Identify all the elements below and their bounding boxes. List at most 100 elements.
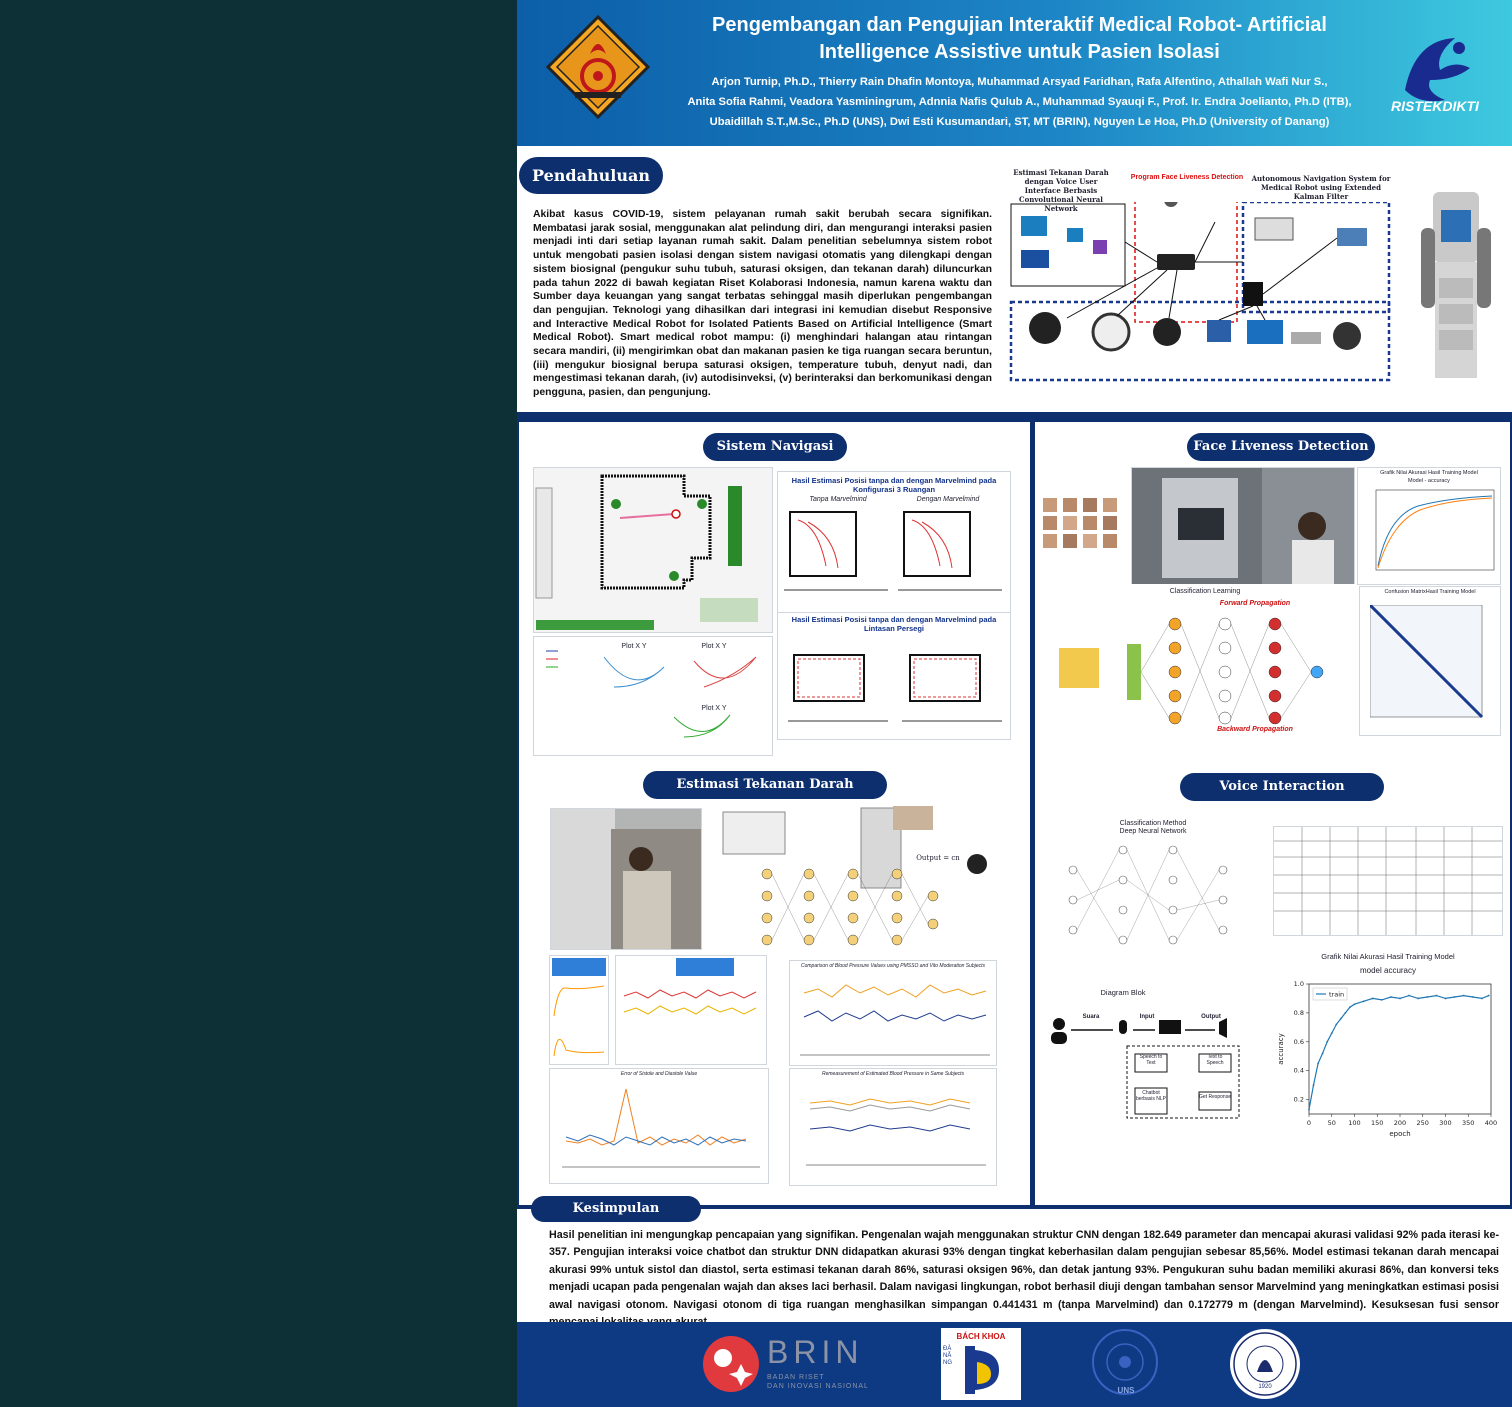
bachkhoa-danang-logo: BÁCH KHOA ĐÀ NẴNG (941, 1328, 1021, 1400)
data-point (1362, 1000, 1365, 1003)
data-point (1308, 1108, 1310, 1111)
y-tick-label: 0.8 (1294, 1009, 1304, 1017)
bachkhoa-label: BÁCH KHOA (956, 1332, 1006, 1341)
series-line-train (1308, 994, 1489, 1110)
confusion-matrix-grid (1370, 605, 1484, 719)
x-tick-label: 300 (1439, 1119, 1451, 1127)
data-point (1408, 994, 1410, 997)
voice-acc-plot: 0 50 100 150 200 250 300 350 400 0.2 0.4 0.6 0.8 1.0 e… (1277, 980, 1497, 1138)
data-point (1339, 1017, 1342, 1020)
x-tick-label: 0 (1307, 1119, 1311, 1127)
confusion-matrix-figure: Confusion MatrixHasil Training Model (1359, 586, 1501, 736)
nav-chart-square-path: Hasil Estimasi Posisi tanpa dan dengan M… (777, 612, 1011, 740)
y-tick-label: 0.4 (1294, 1067, 1304, 1075)
confusion-matrix-title: Confusion MatrixHasil Training Model (1384, 589, 1476, 595)
kesimpulan-paragraph: Hasil penelitian ini mengungkap pencapai… (549, 1229, 1499, 1328)
uns-label: UNS (1117, 1386, 1135, 1395)
title-line-1: Pengembangan dan Pengujian Interaktif Me… (712, 14, 1327, 36)
cnn-network-graphic (1059, 617, 1324, 725)
nav-chart1-title: Hasil Estimasi Posisi tanpa dan dengan M… (791, 476, 997, 494)
poster-header: Pengembangan dan Pengujian Interaktif Me… (517, 0, 1512, 146)
authors-line-2: Anita Sofia Rahmi, Veadora Yasminingrum,… (687, 96, 1352, 108)
y-axis-label: accuracy (1277, 1033, 1285, 1065)
cnn-classification-diagram: Classification Learning Forward Propagat… (1055, 584, 1355, 740)
voice-intent-table (1273, 826, 1503, 936)
data-point (1321, 1052, 1324, 1055)
face-acc-title: Grafik Nilai Akurasi Hasil Training Mode… (1380, 470, 1478, 476)
section-title-tekanan: Estimasi Tekanan Darah (643, 771, 887, 799)
danang-label: ĐÀ NẴNG (943, 1346, 952, 1366)
partner-logos-footer: BRIN BADAN RISET DAN INOVASI NASIONAL BÁ… (517, 1322, 1512, 1407)
bachkhoa-emblem (965, 1346, 999, 1394)
backward-propagation-label: Backward Propagation (1217, 726, 1293, 733)
bp-comparison-graphic (623, 958, 757, 1015)
brin-emblem (703, 1336, 759, 1392)
bp-chart-b-title: Error of Sistole and Diastole Value (620, 1071, 698, 1077)
x-tick-label: 250 (1417, 1119, 1429, 1127)
poster: Pengembangan dan Pengujian Interaktif Me… (517, 0, 1512, 1407)
bp-training-graphic (552, 958, 606, 1057)
divider-vertical (1030, 412, 1035, 1207)
nav-chart1-dengan-label: Dengan Marvelmind (916, 496, 980, 503)
bp-chart-b-plot (562, 1088, 760, 1168)
nav-plot-xy: Plot X Y Plot X Y Plot X Y (533, 636, 773, 756)
face-photo-graphic (1162, 468, 1354, 584)
voice-dnn-diagram: Classification Method Deep Neural Networ… (1043, 814, 1269, 964)
section-title-navigasi: Sistem Navigasi (703, 433, 847, 461)
voice-accuracy-chart: Grafik Nilai Akurasi Hasil Training Mode… (1273, 950, 1503, 1146)
nav-chart-three-room: Hasil Estimasi Posisi tanpa dan dengan M… (777, 471, 1011, 613)
bp-comparison-chart (615, 955, 767, 1065)
brin-subtitle-1: BADAN RISET (767, 1374, 825, 1381)
divider-top (517, 412, 1512, 422)
voice-intent-table-grid (1274, 827, 1502, 935)
data-point (1390, 996, 1392, 998)
divider-left-edge (517, 422, 519, 1207)
pendahuluan-paragraph: Akibat kasus COVID-19, sistem pelayanan … (533, 209, 992, 399)
plot-xy-graphics (546, 650, 757, 738)
diagram-blok-title: Diagram Blok (1100, 988, 1146, 997)
bp-error-chart: Error of Sistole and Diastole Value (549, 1068, 769, 1184)
label-autonomous-nav: Autonomous Navigation System for Medical… (1251, 174, 1391, 201)
system-wiring-diagram (1009, 202, 1391, 382)
system-architecture-figure: Estimasi Tekanan Darah dengan Voice User… (1007, 162, 1407, 390)
data-point (1349, 1006, 1351, 1009)
left-margin-panel (0, 0, 517, 1407)
data-point (1371, 997, 1374, 1000)
bp-photo-graphic (551, 809, 701, 949)
nav-chart1-tanpa-label: Tanpa Marvelmind (809, 496, 867, 503)
data-point (1471, 996, 1474, 998)
data-point (1481, 997, 1483, 1000)
bp-training-chart (549, 955, 609, 1065)
voice-dnn-label: Deep Neural Network (1119, 828, 1187, 835)
bp-measurement-photo (550, 808, 702, 950)
brin-wordmark: BRIN (767, 1334, 864, 1370)
bp-pmsso-chart: Comparison of Blood Pressure Values usin… (789, 960, 997, 1066)
text-to-speech-label: Text to Speech (1206, 1054, 1224, 1066)
nav-chart2-plots (788, 654, 1002, 722)
x-tick-label: 400 (1485, 1119, 1497, 1127)
title-line-2: Intelligence Assistive untuk Pasien Isol… (819, 41, 1220, 63)
data-point (1312, 1084, 1315, 1087)
cnn-classification-label: Classification Learning (1169, 588, 1241, 595)
section-title-pendahuluan: Pendahuluan (519, 157, 663, 194)
x-axis-label: epoch (1389, 1130, 1410, 1138)
data-point (1453, 996, 1456, 998)
bp-network-diagram: Output = cn (713, 804, 995, 958)
data-point (1444, 997, 1447, 1000)
chatbot-nlp-label: Chatbot berbasis NLP (1135, 1090, 1166, 1102)
face-liveness-photo (1131, 467, 1355, 585)
data-point (1462, 994, 1465, 997)
face-acc-plot (1375, 489, 1495, 571)
voice-acc-title: Grafik Nilai Akurasi Hasil Training Mode… (1321, 952, 1455, 961)
y-tick-label: 0.6 (1294, 1038, 1304, 1046)
data-point (1426, 996, 1429, 998)
data-point (1326, 1040, 1329, 1043)
forward-propagation-label: Forward Propagation (1219, 600, 1291, 607)
face-sample-grid (1043, 498, 1117, 548)
author-list: Arjon Turnip, Ph.D., Thierry Rain Dhafin… (667, 72, 1372, 132)
face-accuracy-chart: Grafik Nilai Akurasi Hasil Training Mode… (1357, 467, 1501, 585)
x-tick-label: 100 (1348, 1119, 1360, 1127)
nav-chart1-plots (784, 511, 1002, 591)
medical-robot-photo (1421, 192, 1491, 378)
data-point (1317, 1062, 1319, 1065)
